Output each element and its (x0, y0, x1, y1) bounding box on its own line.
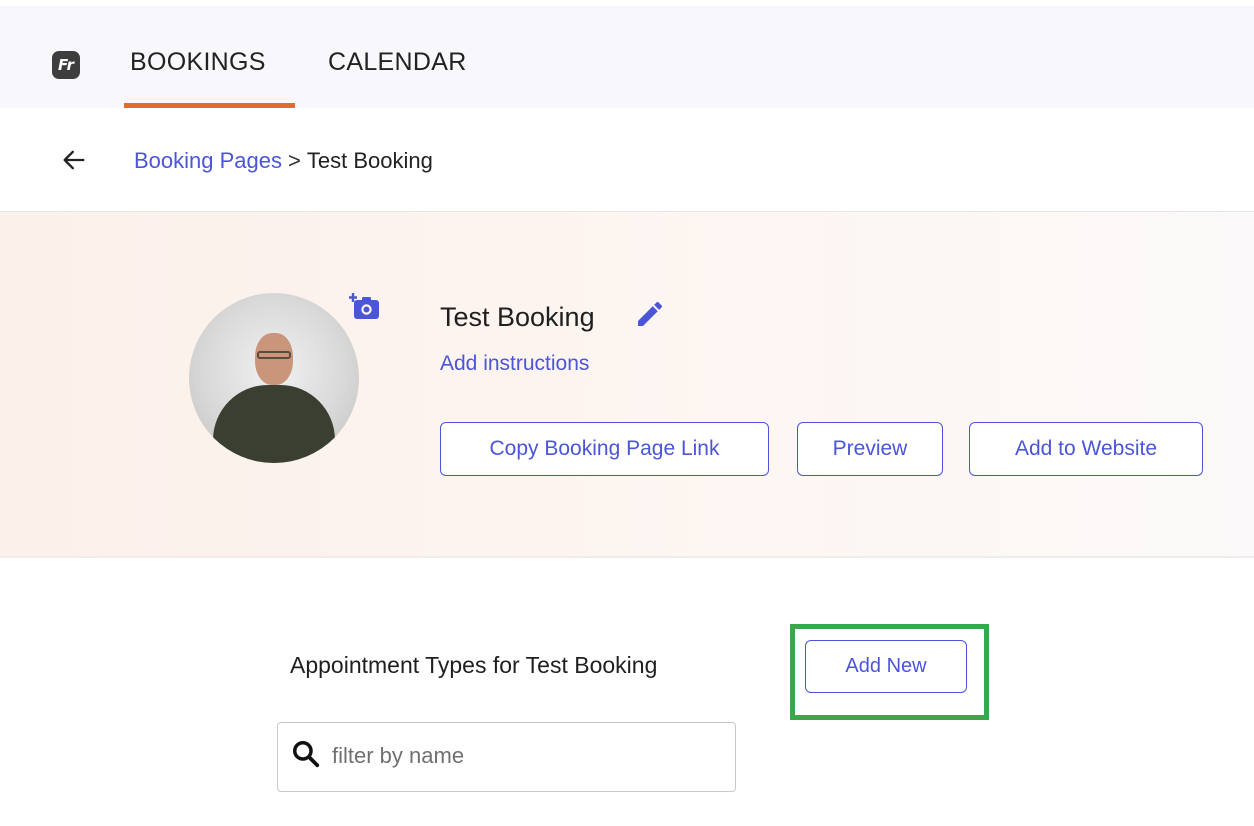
booking-header (0, 212, 1254, 558)
avatar-glasses (257, 351, 291, 359)
avatar-head (255, 333, 293, 385)
copy-booking-link-button[interactable]: Copy Booking Page Link (440, 422, 769, 476)
add-instructions-link[interactable]: Add instructions (440, 352, 589, 376)
appointment-types-heading: Appointment Types for Test Booking (290, 652, 658, 678)
breadcrumb-current: Test Booking (306, 148, 433, 173)
add-new-button[interactable]: Add New (805, 640, 967, 693)
search-icon (293, 741, 320, 768)
tab-calendar[interactable]: CALENDAR (328, 48, 467, 77)
avatar[interactable] (189, 293, 359, 463)
avatar-body (213, 385, 335, 463)
preview-button[interactable]: Preview (797, 422, 943, 476)
top-nav: Fr BOOKINGS CALENDAR (0, 0, 1254, 108)
filter-by-name-input[interactable] (332, 734, 722, 778)
add-to-website-button[interactable]: Add to Website (969, 422, 1203, 476)
booking-title: Test Booking (440, 302, 595, 332)
breadcrumb: Booking Pages > Test Booking (134, 148, 433, 174)
app-logo[interactable]: Fr (52, 51, 80, 79)
arrow-left-icon[interactable] (60, 146, 88, 174)
breadcrumb-separator: > (288, 148, 301, 173)
add-photo-icon[interactable] (349, 293, 381, 321)
page: Fr BOOKINGS CALENDAR Booking Pages > Test … (0, 0, 1254, 826)
tab-bookings[interactable]: BOOKINGS (130, 48, 266, 77)
breadcrumb-booking-pages[interactable]: Booking Pages (134, 148, 282, 173)
pencil-icon[interactable] (634, 298, 666, 330)
